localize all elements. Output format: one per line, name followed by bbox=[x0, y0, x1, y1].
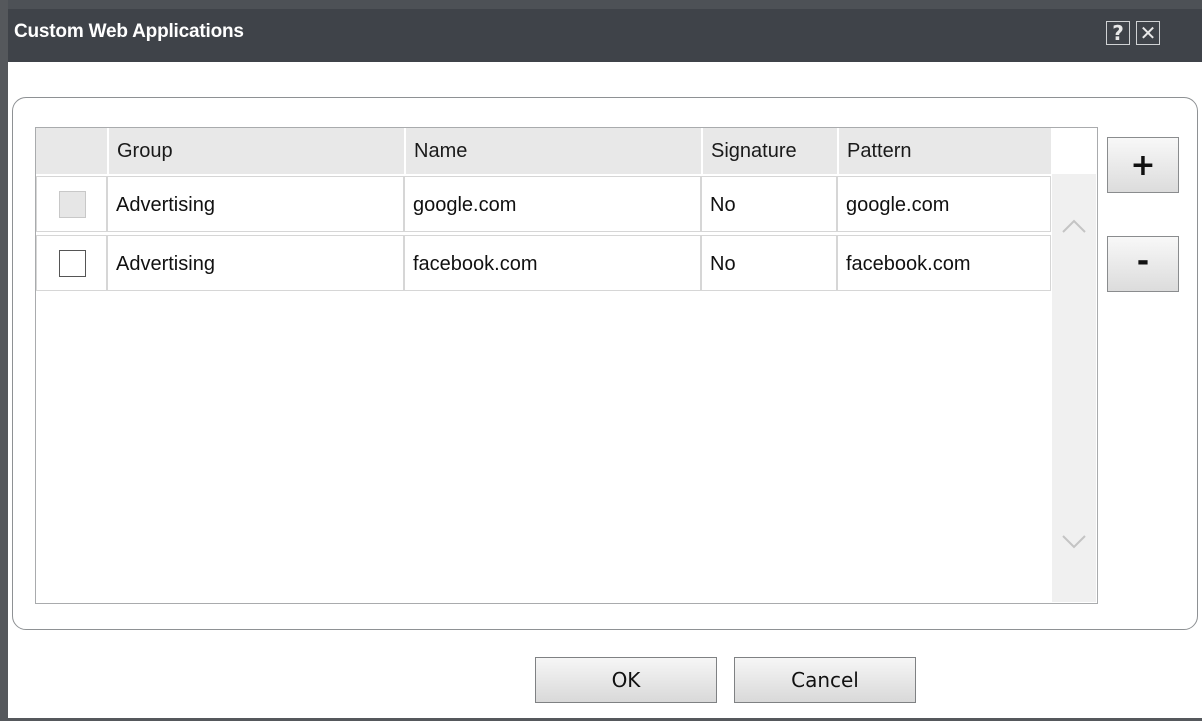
row-checkbox[interactable] bbox=[59, 250, 86, 277]
row-select-cell bbox=[36, 235, 107, 291]
dialog-title: Custom Web Applications bbox=[14, 21, 244, 42]
chevron-up-icon[interactable] bbox=[1060, 216, 1088, 236]
table-row[interactable]: Advertising google.com No google.com bbox=[36, 176, 1051, 232]
remove-button[interactable]: - bbox=[1107, 236, 1179, 292]
column-header-group[interactable]: Group bbox=[107, 128, 404, 174]
cancel-button[interactable]: Cancel bbox=[734, 657, 916, 703]
column-header-signature[interactable]: Signature bbox=[701, 128, 837, 174]
row-checkbox[interactable] bbox=[59, 191, 86, 218]
vertical-scrollbar[interactable] bbox=[1052, 174, 1096, 602]
select-column-header bbox=[36, 128, 107, 174]
column-header-pattern[interactable]: Pattern bbox=[837, 128, 1051, 174]
cell-pattern: google.com bbox=[837, 176, 1051, 232]
close-button[interactable]: ✕ bbox=[1136, 21, 1160, 45]
cell-group: Advertising bbox=[107, 235, 404, 291]
cell-name: google.com bbox=[404, 176, 701, 232]
ok-button[interactable]: OK bbox=[535, 657, 717, 703]
cell-signature: No bbox=[701, 176, 837, 232]
help-button[interactable]: ? bbox=[1106, 21, 1130, 45]
column-header-name[interactable]: Name bbox=[404, 128, 701, 174]
add-button[interactable]: + bbox=[1107, 137, 1179, 193]
table-header: Group Name Signature Pattern bbox=[36, 128, 1051, 174]
applications-table: Group Name Signature Pattern Advertising… bbox=[35, 127, 1098, 604]
cell-name: facebook.com bbox=[404, 235, 701, 291]
cell-group: Advertising bbox=[107, 176, 404, 232]
custom-web-applications-dialog: Custom Web Applications ? ✕ Group Name S… bbox=[0, 0, 1202, 721]
cell-signature: No bbox=[701, 235, 837, 291]
chevron-down-icon[interactable] bbox=[1060, 532, 1088, 552]
title-bar: Custom Web Applications ? ✕ bbox=[8, 0, 1202, 62]
cell-pattern: facebook.com bbox=[837, 235, 1051, 291]
table-row[interactable]: Advertising facebook.com No facebook.com bbox=[36, 235, 1051, 291]
row-select-cell bbox=[36, 176, 107, 232]
